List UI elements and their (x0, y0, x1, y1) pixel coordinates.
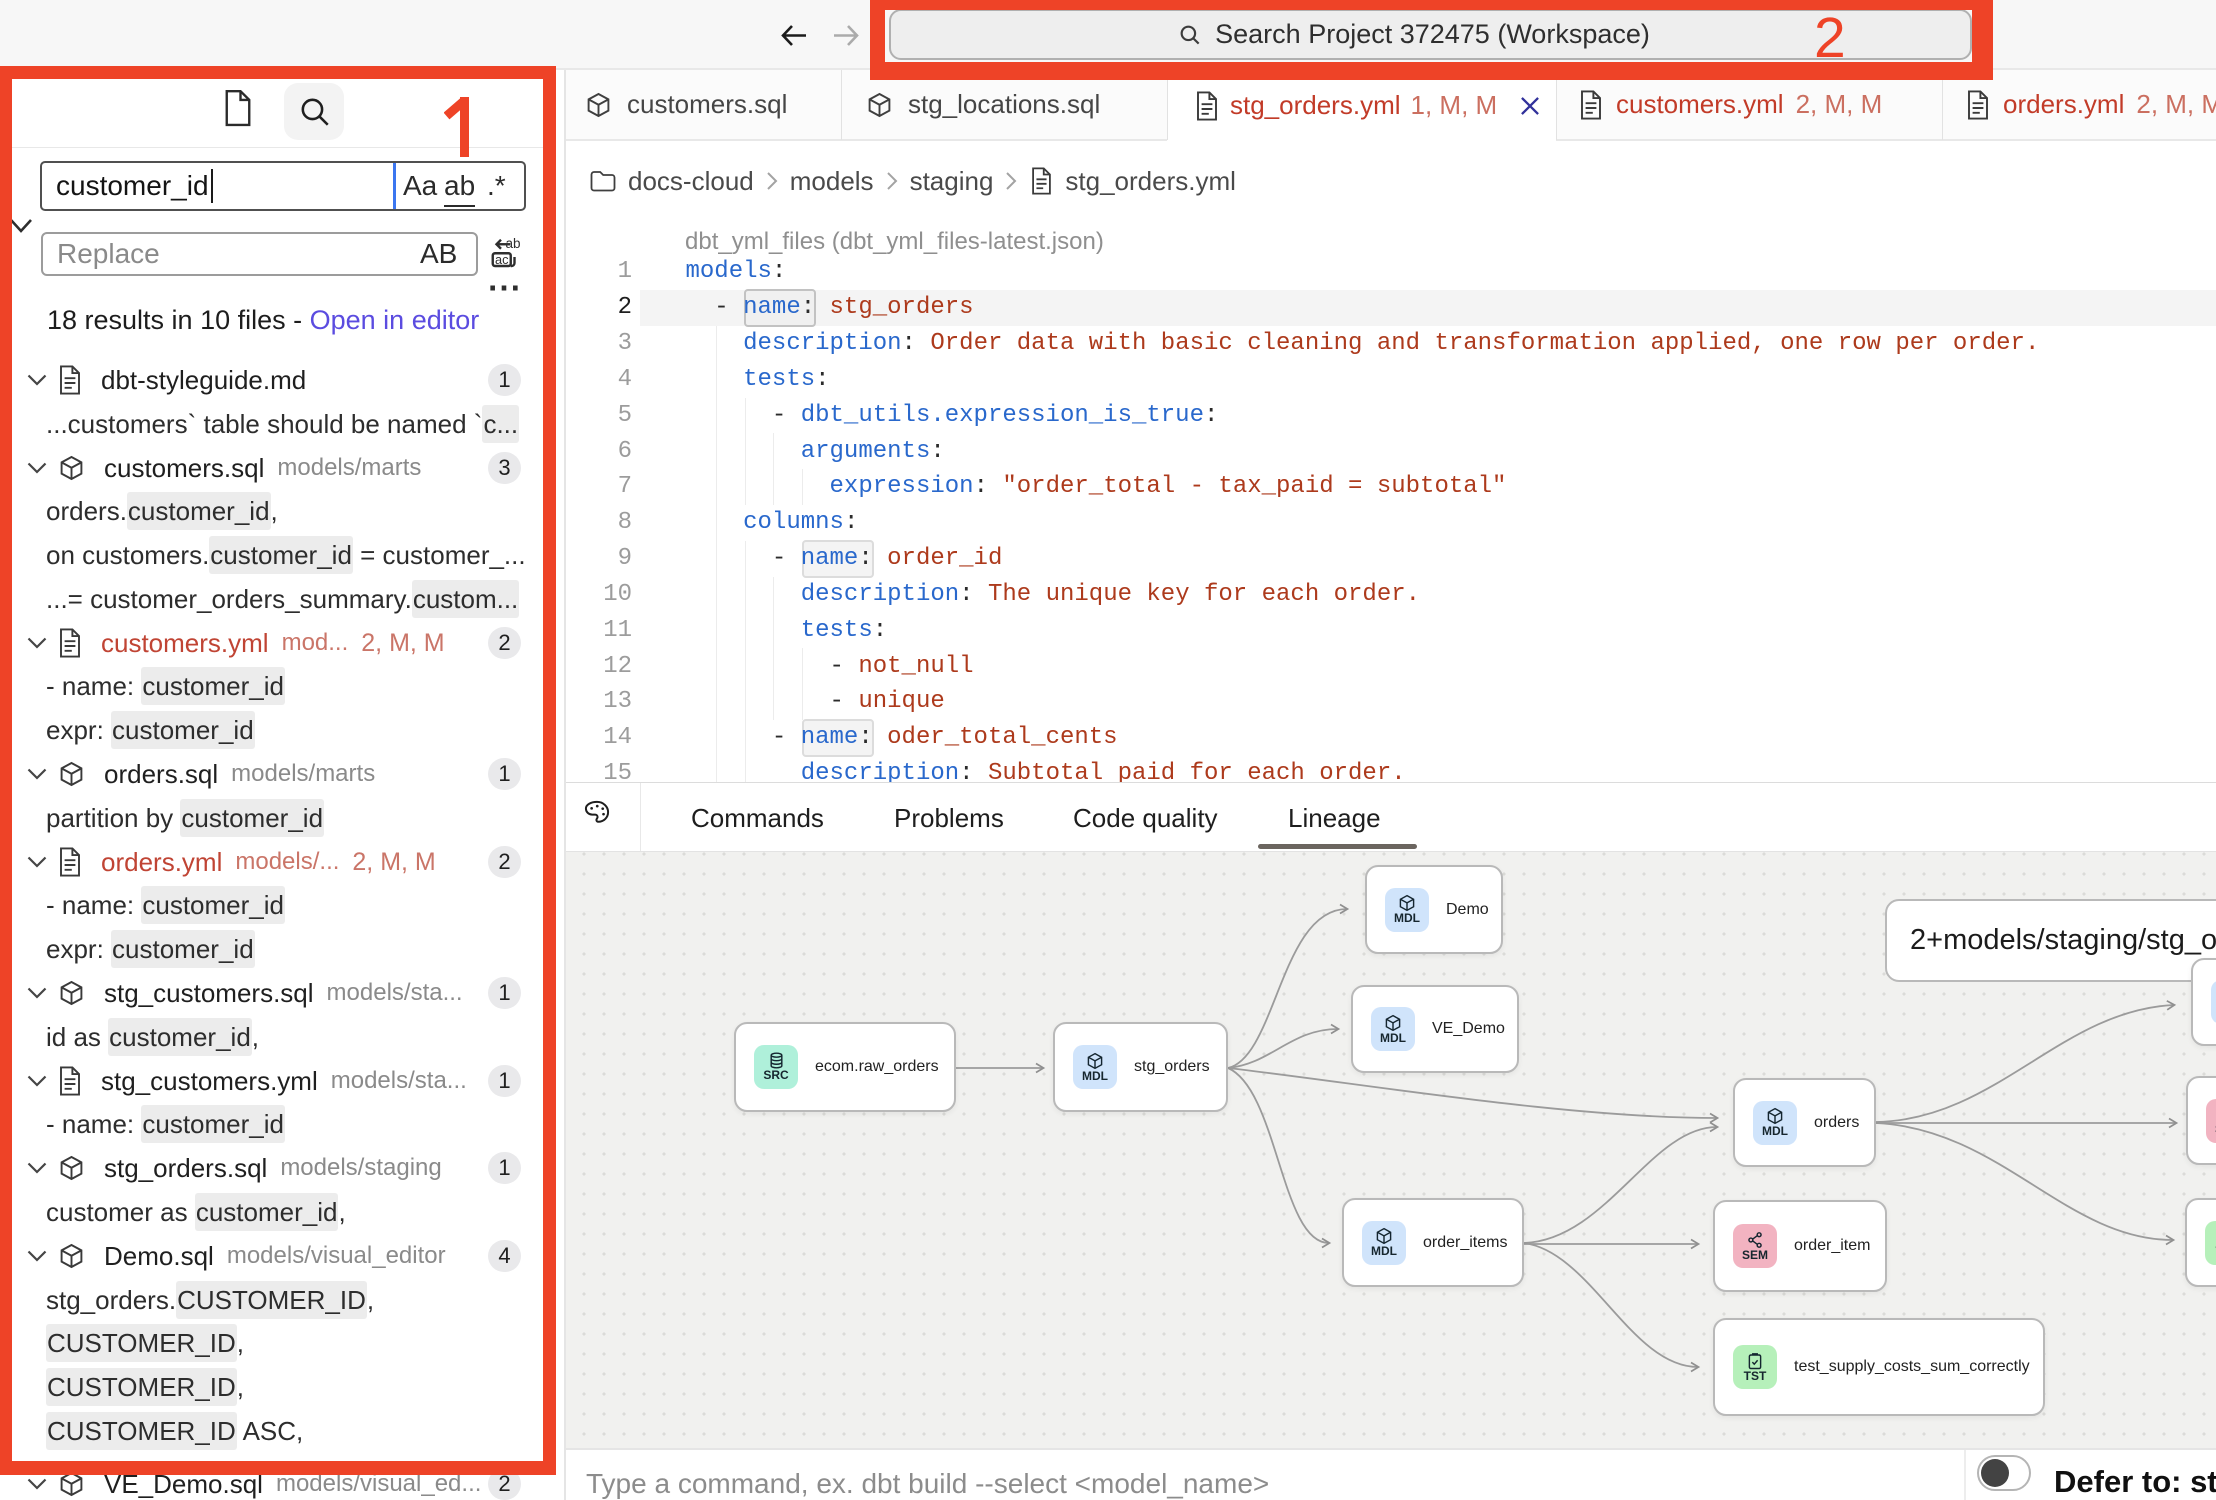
svg-text:ac: ac (495, 252, 509, 267)
svg-text:ab: ab (506, 236, 521, 251)
